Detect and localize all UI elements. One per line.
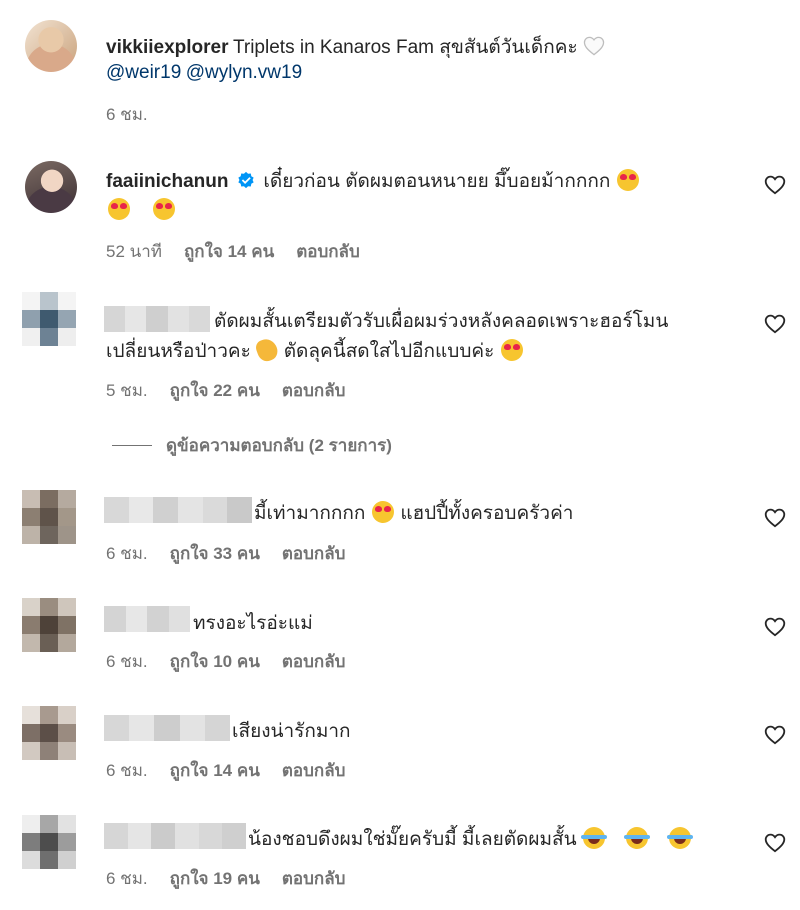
heart-eyes-emoji	[616, 169, 639, 191]
laugh-cry-emoji	[624, 827, 650, 849]
heart-outline-icon[interactable]	[764, 617, 786, 637]
comment-text: ตัดผมสั้นเตรียมตัวรับเผื่อผมร่วงหลังคลอด…	[214, 311, 669, 332]
comment-time[interactable]: 6 ชม.	[106, 648, 148, 675]
heart-outline-icon[interactable]	[764, 508, 786, 528]
comment-text: เสียงน่ารักมาก	[232, 721, 351, 742]
comment-meta: 6 ชม. ถูกใจ 14 คน ตอบกลับ	[106, 757, 345, 784]
comment-time[interactable]: 6 ชม.	[106, 540, 148, 567]
comment-likes[interactable]: ถูกใจ 22 คน	[170, 377, 260, 404]
comment-avatar[interactable]	[22, 706, 76, 760]
caption-username[interactable]: vikkiiexplorer	[106, 37, 229, 58]
comment-time[interactable]: 6 ชม.	[106, 757, 148, 784]
comment-username[interactable]: faaiinichanun	[106, 171, 228, 192]
comment-meta: 6 ชม. ถูกใจ 33 คน ตอบกลับ	[106, 540, 345, 567]
view-replies-button[interactable]: ดูข้อความตอบกลับ (2 รายการ)	[112, 432, 392, 459]
mention-link[interactable]: @weir19	[106, 62, 181, 83]
caption-meta: 6 ชม.	[106, 101, 148, 128]
comment-likes[interactable]: ถูกใจ 14 คน	[184, 238, 274, 265]
caption-text: Triplets in Kanaros Fam สุขสันต์วันเด็กค…	[232, 37, 583, 58]
heart-outline-icon[interactable]	[764, 175, 786, 195]
reply-button[interactable]: ตอบกลับ	[282, 648, 346, 675]
comment-avatar[interactable]	[25, 161, 77, 213]
comment-avatar[interactable]	[22, 490, 76, 544]
comment-text: น้องชอบดึงผมใช่มั๊ยครับมี้ มี้เลยตัดผมสั…	[248, 829, 577, 850]
comment-meta: 52 นาที ถูกใจ 14 คน ตอบกลับ	[106, 238, 360, 265]
heart-eyes-emoji	[108, 198, 130, 220]
comment-time[interactable]: 5 ชม.	[106, 377, 148, 404]
comment-1-line-2	[106, 198, 177, 221]
white-heart-emoji-icon	[583, 36, 605, 56]
comment-text: ตัดลุคนี้สดใสไปอีกแบบค่ะ	[283, 341, 495, 362]
laugh-cry-emoji	[581, 827, 608, 849]
comment-2-line-2: เปลี่ยนหรือป่าวคะ ตัดลุคนี้สดใสไปอีกแบบค…	[106, 336, 525, 366]
comment-6-line-1: น้องชอบดึงผมใช่มั๊ยครับมี้ มี้เลยตัดผมสั…	[248, 824, 693, 854]
heart-outline-icon[interactable]	[764, 833, 786, 853]
heart-outline-icon[interactable]	[764, 314, 786, 334]
comment-4-line-1: ทรงอะไรอ่ะแม่	[193, 608, 313, 638]
comment-1-line-1: faaiinichanun เดี๋ยวก่อน ตัดผมตอนหนายย ม…	[106, 166, 641, 196]
caption-line-1: vikkiiexplorer Triplets in Kanaros Fam ส…	[106, 32, 605, 62]
comment-likes[interactable]: ถูกใจ 10 คน	[170, 648, 260, 675]
divider-line	[112, 445, 152, 446]
reply-button[interactable]: ตอบกลับ	[296, 238, 360, 265]
comment-2-line-1: ตัดผมสั้นเตรียมตัวรับเผื่อผมร่วงหลังคลอด…	[214, 306, 668, 336]
view-replies-label: ดูข้อความตอบกลับ (2 รายการ)	[166, 436, 392, 455]
heart-outline-icon[interactable]	[764, 725, 786, 745]
comment-time[interactable]: 6 ชม.	[106, 865, 148, 892]
comment-text: มี้เท่ามากกกก	[254, 503, 366, 524]
caption-avatar[interactable]	[25, 20, 77, 72]
comment-text: เปลี่ยนหรือป่าวคะ	[106, 341, 251, 362]
blurred-username	[104, 606, 190, 632]
caption-time[interactable]: 6 ชม.	[106, 101, 148, 128]
comment-avatar[interactable]	[22, 292, 76, 346]
comment-likes[interactable]: ถูกใจ 19 คน	[170, 865, 260, 892]
comment-5-line-1: เสียงน่ารักมาก	[232, 716, 351, 746]
blurred-username	[104, 497, 253, 523]
comment-meta: 5 ชม. ถูกใจ 22 คน ตอบกลับ	[106, 377, 345, 404]
comment-text: ทรงอะไรอ่ะแม่	[193, 613, 313, 634]
mention-link[interactable]: @wylyn.vw19	[186, 62, 302, 83]
laugh-cry-emoji	[666, 827, 693, 849]
blurred-username	[104, 823, 247, 849]
blurred-username	[104, 715, 231, 741]
comment-meta: 6 ชม. ถูกใจ 10 คน ตอบกลับ	[106, 648, 345, 675]
reply-button[interactable]: ตอบกลับ	[282, 540, 346, 567]
comment-meta: 6 ชม. ถูกใจ 19 คน ตอบกลับ	[106, 865, 345, 892]
comment-text: เดี๋ยวก่อน ตัดผมตอนหนายย มึ๊บอยม้ากกกก	[263, 171, 611, 192]
comment-likes[interactable]: ถูกใจ 33 คน	[170, 540, 260, 567]
clap-emoji	[254, 336, 281, 364]
reply-button[interactable]: ตอบกลับ	[282, 377, 346, 404]
heart-eyes-emoji	[500, 339, 523, 361]
reply-button[interactable]: ตอบกลับ	[282, 865, 346, 892]
reply-button[interactable]: ตอบกลับ	[282, 757, 346, 784]
verified-badge-icon	[238, 171, 254, 189]
caption-line-2: @weir19 @wylyn.vw19	[106, 62, 302, 84]
heart-eyes-emoji	[152, 198, 175, 220]
heart-eyes-emoji	[371, 501, 394, 523]
comment-3-line-1: มี้เท่ามากกกก แฮปปี้ทั้งครอบครัวค่า	[254, 498, 573, 528]
comment-avatar[interactable]	[22, 598, 76, 652]
comment-likes[interactable]: ถูกใจ 14 คน	[170, 757, 260, 784]
blurred-username	[104, 306, 211, 332]
comment-avatar[interactable]	[22, 815, 76, 869]
comment-time[interactable]: 52 นาที	[106, 238, 162, 265]
comment-text: แฮปปี้ทั้งครอบครัวค่า	[400, 503, 574, 524]
